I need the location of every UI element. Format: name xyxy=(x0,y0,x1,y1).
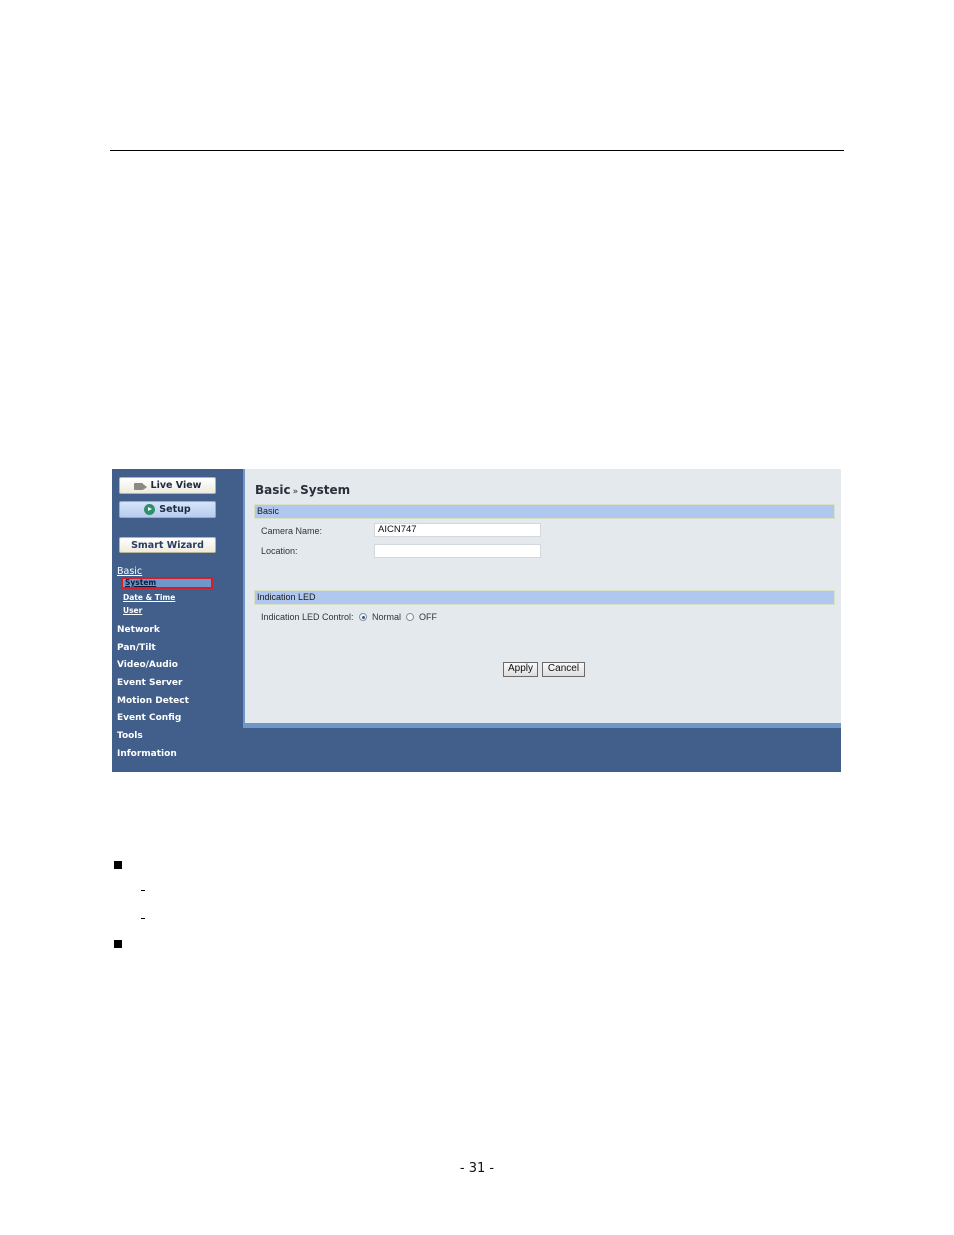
nav-video-audio[interactable]: Video/Audio xyxy=(117,660,178,670)
nav-network[interactable]: Network xyxy=(117,625,160,635)
camera-web-ui-screenshot: Live View Setup Smart Wizard Basic Syste… xyxy=(112,469,841,772)
title-section: Basic xyxy=(255,483,291,497)
smart-wizard-label: Smart Wizard xyxy=(131,539,204,551)
live-view-button[interactable]: Live View xyxy=(119,477,216,494)
live-view-label: Live View xyxy=(150,480,202,491)
led-off-label[interactable]: OFF xyxy=(419,612,437,622)
setup-label: Setup xyxy=(159,504,191,515)
setup-play-icon xyxy=(144,504,156,515)
setup-button[interactable]: Setup xyxy=(119,501,216,518)
led-control-label: Indication LED Control: xyxy=(261,612,354,622)
nav-information[interactable]: Information xyxy=(117,749,177,759)
indication-led-section-header: Indication LED xyxy=(254,590,835,605)
sidebar: Live View Setup Smart Wizard Basic Syste… xyxy=(112,469,243,772)
nav-motion-detect[interactable]: Motion Detect xyxy=(117,696,189,706)
smart-wizard-button[interactable]: Smart Wizard xyxy=(119,537,216,553)
page-title: Basic» System xyxy=(255,483,350,497)
nav-basic-user[interactable]: User xyxy=(123,606,142,615)
led-normal-radio[interactable] xyxy=(359,613,367,621)
camera-name-input[interactable]: AICN747 xyxy=(374,523,541,537)
dash-marker xyxy=(141,918,145,919)
location-input[interactable] xyxy=(374,544,541,558)
nav-basic-system[interactable]: System xyxy=(121,577,213,589)
led-off-radio[interactable] xyxy=(406,613,414,621)
nav-event-server[interactable]: Event Server xyxy=(117,678,182,688)
header-rule xyxy=(110,150,844,151)
title-page: System xyxy=(300,483,351,497)
main-panel: Basic» System Basic Camera Name: AICN747 … xyxy=(243,469,841,728)
breadcrumb-separator: » xyxy=(292,487,299,497)
nav-basic-date-time[interactable]: Date & Time xyxy=(123,593,175,602)
bullet-square-icon xyxy=(114,940,122,948)
nav-basic[interactable]: Basic xyxy=(117,566,142,577)
nav-tools[interactable]: Tools xyxy=(117,731,143,741)
location-label: Location: xyxy=(261,546,298,556)
nav-pan-tilt[interactable]: Pan/Tilt xyxy=(117,643,156,653)
dash-marker xyxy=(141,890,145,891)
page-number: - 31 - xyxy=(459,1161,495,1176)
apply-button[interactable]: Apply xyxy=(503,662,538,677)
led-normal-label[interactable]: Normal xyxy=(372,612,401,622)
bullet-square-icon xyxy=(114,861,122,869)
camera-name-label: Camera Name: xyxy=(261,526,323,536)
basic-section-header: Basic xyxy=(254,504,835,519)
nav-event-config[interactable]: Event Config xyxy=(117,713,181,723)
video-camera-icon xyxy=(133,481,147,490)
cancel-button[interactable]: Cancel xyxy=(542,662,585,677)
